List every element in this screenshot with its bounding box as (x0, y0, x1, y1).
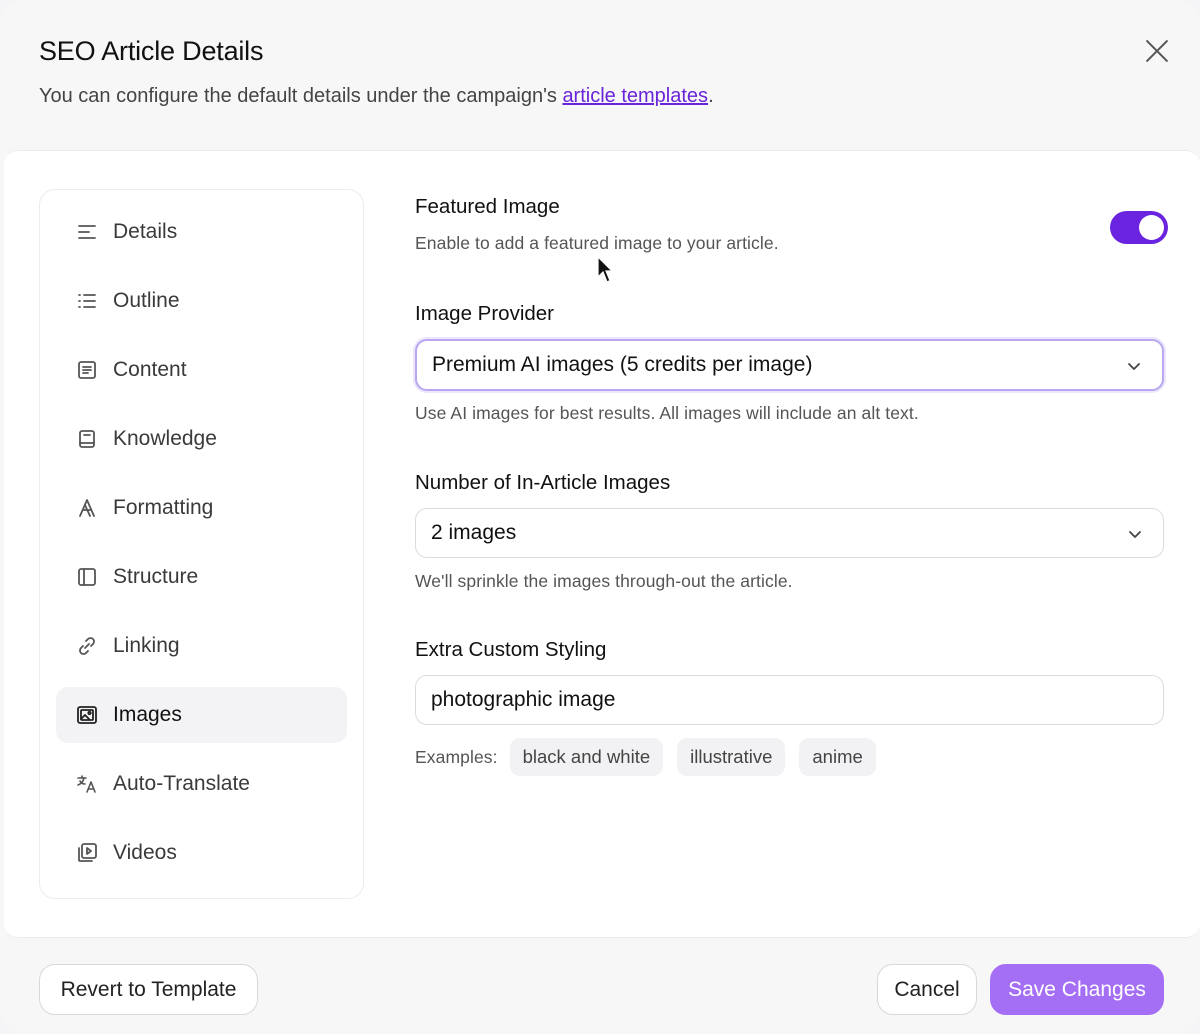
align-left-icon (78, 225, 96, 239)
sidebar-item-label: Formatting (113, 496, 214, 519)
sidebar-item-label: Knowledge (113, 427, 217, 450)
subtitle-prefix: You can configure the default details un… (39, 85, 563, 107)
custom-styling-input[interactable] (415, 675, 1164, 725)
image-provider-select[interactable]: Premium AI images (5 credits per image) (415, 339, 1164, 391)
translate-icon (77, 775, 96, 793)
image-icon (77, 706, 97, 724)
sidebar-item-content[interactable]: Content (56, 342, 347, 398)
sidebar-item-label: Images (113, 703, 182, 726)
example-chip-black-and-white[interactable]: black and white (509, 738, 664, 776)
styling-examples: Examples: black and white illustrative a… (415, 738, 1165, 776)
sidebar-item-label: Linking (113, 634, 180, 657)
save-changes-button[interactable]: Save Changes (990, 964, 1164, 1015)
modal-subtitle: You can configure the default details un… (39, 85, 1160, 108)
custom-styling-text[interactable] (431, 688, 1163, 712)
revert-to-template-button[interactable]: Revert to Template (39, 964, 258, 1015)
sidebar-item-videos[interactable]: Videos (56, 825, 347, 881)
sidebar-item-structure[interactable]: Structure (56, 549, 347, 605)
in-article-images-label: Number of In-Article Images (415, 471, 671, 494)
chevron-down-icon (1128, 363, 1140, 370)
image-provider-label: Image Provider (415, 302, 555, 325)
close-icon[interactable] (1144, 38, 1170, 64)
sidebar-item-knowledge[interactable]: Knowledge (56, 411, 347, 467)
sidebar-item-label: Content (113, 358, 187, 381)
sidebar-item-label: Auto-Translate (113, 772, 250, 795)
seo-article-details-modal: SEO Article Details You can configure th… (0, 0, 1200, 1034)
sidebar-item-images[interactable]: Images (56, 687, 347, 743)
images-settings-panel: Featured Image Enable to add a featured … (415, 195, 1168, 776)
examples-label: Examples: (415, 746, 498, 767)
font-icon (79, 499, 95, 517)
image-provider-help: Use AI images for best results. All imag… (415, 403, 919, 423)
sidebar-item-linking[interactable]: Linking (56, 618, 347, 674)
mouse-cursor-icon (597, 256, 613, 283)
document-icon (78, 361, 96, 379)
sidebar-item-formatting[interactable]: Formatting (56, 480, 347, 536)
link-icon (79, 637, 95, 655)
example-chip-anime[interactable]: anime (799, 738, 876, 776)
in-article-images-help: We'll sprinkle the images through-out th… (415, 571, 793, 591)
modal-title: SEO Article Details (39, 36, 264, 66)
modal-header: SEO Article Details You can configure th… (39, 36, 1160, 108)
list-icon (78, 294, 96, 308)
image-provider-section: Image Provider Premium AI images (5 cred… (415, 302, 1165, 424)
featured-image-help: Enable to add a featured image to your a… (415, 233, 779, 253)
sidebar-item-label: Details (113, 220, 178, 243)
sidebar-item-label: Videos (113, 841, 177, 864)
image-provider-value: Premium AI images (5 credits per image) (432, 353, 813, 376)
custom-styling-label: Extra Custom Styling (415, 638, 607, 661)
toggle-knob (1139, 215, 1164, 240)
article-templates-link[interactable]: article templates (562, 85, 708, 107)
sidebar-item-label: Structure (113, 565, 199, 588)
layout-sidebar-icon (78, 568, 96, 586)
settings-sidebar: Details Outline Content Knowledge Format… (39, 189, 364, 899)
subtitle-suffix: . (708, 85, 714, 107)
in-article-images-section: Number of In-Article Images 2 images We'… (415, 471, 1165, 592)
featured-image-section: Featured Image Enable to add a featured … (415, 195, 1168, 265)
custom-styling-section: Extra Custom Styling Examples: black and… (415, 638, 1165, 776)
featured-image-label: Featured Image (415, 195, 560, 218)
sidebar-item-auto-translate[interactable]: Auto-Translate (56, 756, 347, 812)
video-icon (78, 843, 97, 862)
in-article-images-value: 2 images (431, 521, 517, 544)
sidebar-item-details[interactable]: Details (56, 204, 347, 260)
in-article-images-select[interactable]: 2 images (415, 508, 1164, 558)
chevron-down-icon (1129, 531, 1141, 538)
example-chip-illustrative[interactable]: illustrative (677, 738, 786, 776)
sidebar-item-label: Outline (113, 289, 180, 312)
book-icon (79, 430, 95, 448)
sidebar-item-outline[interactable]: Outline (56, 273, 347, 329)
cancel-button[interactable]: Cancel (877, 964, 977, 1015)
featured-image-toggle[interactable] (1110, 211, 1168, 244)
